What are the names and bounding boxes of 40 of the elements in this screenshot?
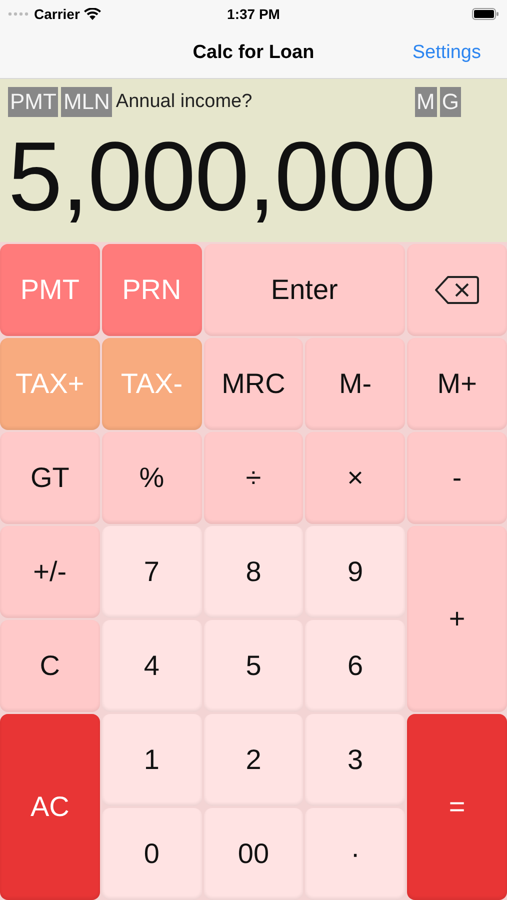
calculator-key[interactable]: 7 [102, 526, 202, 618]
calculator-key[interactable]: 0 [102, 808, 202, 900]
carrier-name: Carrier [34, 6, 80, 22]
calculator-key[interactable]: +/- [0, 526, 100, 618]
mode-badge: PMT [8, 87, 58, 117]
mode-badge: MLN [61, 87, 112, 117]
calculator-key[interactable]: GT [0, 432, 100, 524]
calculator-key[interactable]: = [407, 714, 507, 900]
calculator-key[interactable]: M+ [407, 338, 507, 430]
calculator-key[interactable]: - [407, 432, 507, 524]
calculator-key[interactable]: · [305, 808, 406, 900]
calculator-key[interactable]: 00 [204, 808, 304, 900]
status-time: 1:37 PM [227, 6, 280, 22]
calculator-key[interactable]: MRC [204, 338, 304, 430]
wifi-icon [84, 8, 101, 20]
calculator-key[interactable]: 1 [102, 714, 202, 806]
memory-badge: M [414, 87, 437, 117]
calculator-key[interactable]: 9 [305, 526, 406, 618]
calculator-key[interactable]: 2 [204, 714, 304, 806]
calculator-key[interactable]: % [102, 432, 202, 524]
calculator-key[interactable]: M- [305, 338, 406, 430]
backspace-icon [434, 275, 480, 305]
memory-badge: G [440, 87, 461, 117]
signal-icon [8, 12, 30, 16]
calculator-key[interactable]: ÷ [204, 432, 304, 524]
calculator-key[interactable]: C [0, 620, 100, 712]
backspace-key[interactable] [407, 244, 507, 336]
calculator-key[interactable]: × [305, 432, 406, 524]
calculator-key[interactable]: 3 [305, 714, 406, 806]
calculator-key[interactable]: 6 [305, 620, 406, 712]
nav-title: Calc for Loan [192, 42, 314, 64]
battery-icon [472, 8, 499, 20]
calculator-key[interactable]: + [407, 526, 507, 712]
calculator-key[interactable]: AC [0, 714, 100, 900]
display-value: 5,000,000 [8, 120, 436, 233]
calculator-key[interactable]: 5 [204, 620, 304, 712]
calculator-key[interactable]: 4 [102, 620, 202, 712]
calculator-key[interactable]: 8 [204, 526, 304, 618]
prompt-text: Annual income? [116, 91, 252, 113]
calculator-key[interactable]: Enter [204, 244, 406, 336]
